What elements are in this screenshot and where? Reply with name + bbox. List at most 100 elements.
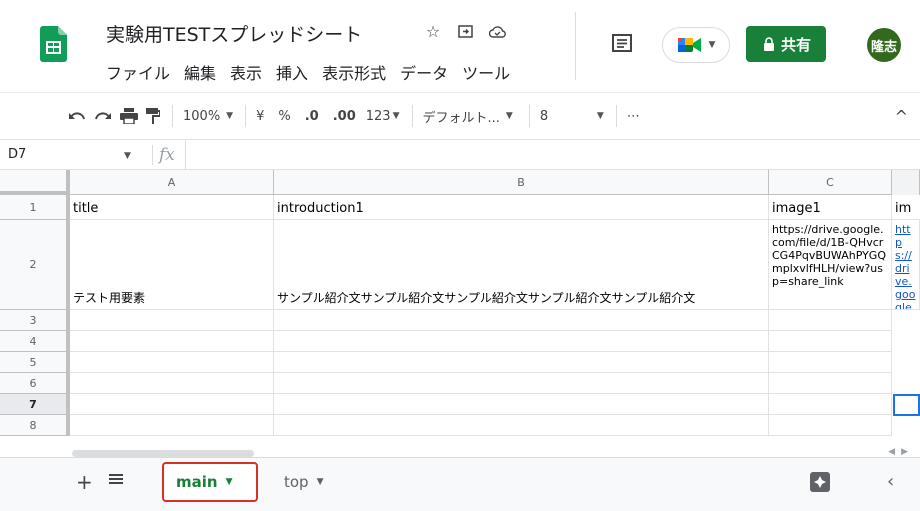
sheet-tab-main[interactable]: main ▼	[162, 462, 258, 502]
spreadsheet-grid: A B C 1 2 3 4 5 6 7 8 title introduction…	[0, 170, 920, 457]
row-header[interactable]: 6	[0, 373, 70, 394]
undo-icon	[69, 112, 85, 120]
cell-b7[interactable]	[274, 394, 769, 415]
cell-a2[interactable]: テスト用要素	[70, 220, 274, 310]
cell-a1[interactable]: title	[70, 195, 274, 220]
cell-d1[interactable]: im	[892, 195, 920, 220]
comment-history-icon[interactable]	[610, 33, 634, 55]
row-header[interactable]: 7	[0, 394, 70, 415]
row-header[interactable]: 5	[0, 352, 70, 373]
lock-icon	[763, 37, 774, 51]
star-icon[interactable]: ☆	[424, 22, 442, 41]
chevron-up-icon[interactable]: ^	[895, 107, 908, 126]
undo-button[interactable]	[68, 102, 86, 130]
all-sheets-icon[interactable]	[108, 472, 124, 488]
explore-icon[interactable]	[810, 472, 830, 492]
more-tools-button[interactable]: ⋯	[627, 102, 640, 130]
cell-a4[interactable]	[70, 331, 274, 352]
menu-insert[interactable]: 挿入	[276, 60, 308, 84]
formula-input[interactable]	[184, 139, 920, 170]
row-header[interactable]: 3	[0, 310, 70, 331]
scroll-arrows-icon[interactable]: ◀▶	[888, 447, 914, 457]
cell-c7[interactable]	[769, 394, 892, 415]
document-title[interactable]: 実験用TESTスプレッドシート	[106, 20, 362, 47]
column-header-c[interactable]: C	[769, 170, 892, 195]
paint-format-button[interactable]	[146, 102, 160, 130]
cell-a6[interactable]	[70, 373, 274, 394]
add-sheet-icon[interactable]: +	[76, 470, 93, 494]
sheet-tab-label: top	[284, 473, 309, 491]
menu-tools[interactable]: ツール	[462, 60, 510, 84]
row-header[interactable]: 4	[0, 331, 70, 352]
percent-format-button[interactable]: %	[278, 102, 290, 130]
more-formats-label: 123	[365, 108, 391, 124]
menu-edit[interactable]: 編集	[184, 60, 216, 84]
more-formats-select[interactable]: 123 ▼	[366, 102, 400, 130]
menu-data[interactable]: データ	[400, 60, 448, 84]
cell-c2[interactable]: https://drive.google.com/file/d/1B-QHvcr…	[769, 220, 892, 310]
cell-b4[interactable]	[274, 331, 769, 352]
sheet-tab-top[interactable]: top ▼	[272, 462, 336, 502]
menu-bar: ファイル 編集 表示 挿入 表示形式 データ ツール	[106, 60, 510, 84]
cell-c4[interactable]	[769, 331, 892, 352]
cell-c1[interactable]: image1	[769, 195, 892, 220]
print-button[interactable]	[120, 102, 138, 130]
increase-decimal-button[interactable]: .00	[333, 102, 356, 130]
column-header-a[interactable]: A	[70, 170, 274, 195]
avatar[interactable]: 隆志	[867, 28, 901, 62]
share-label: 共有	[780, 35, 811, 54]
cell-b5[interactable]	[274, 352, 769, 373]
select-all-corner[interactable]	[0, 170, 70, 195]
sheet-tab-label: main	[176, 473, 218, 491]
decrease-decimal-button[interactable]: .0	[305, 102, 319, 130]
name-box[interactable]: D7 ▼	[0, 140, 140, 170]
font-select[interactable]: デフォルト... ▼	[423, 102, 513, 130]
chevron-left-icon[interactable]: ‹	[887, 471, 894, 492]
spreadsheet-app: 実験用TESTスプレッドシート ☆ ファイル 編集 表示 挿入 表示形式 データ…	[0, 0, 920, 511]
horizontal-scrollbar[interactable]: ◀▶	[70, 447, 920, 457]
redo-button[interactable]	[94, 102, 112, 130]
cloud-status-icon[interactable]	[488, 22, 506, 40]
sheet-tabs-bar: + main ▼ top ▼ ‹	[0, 457, 920, 511]
cell-b2[interactable]: サンプル紹介文サンプル紹介文サンプル紹介文サンプル紹介文サンプル紹介文	[274, 220, 769, 310]
currency-format-button[interactable]: ¥	[256, 102, 264, 130]
cell-b1[interactable]: introduction1	[274, 195, 769, 220]
row-header[interactable]: 2	[0, 220, 70, 310]
paint-format-icon	[146, 108, 160, 124]
cell-a3[interactable]	[70, 310, 274, 331]
menu-file[interactable]: ファイル	[106, 60, 170, 84]
cell-b3[interactable]	[274, 310, 769, 331]
meet-button[interactable]: ▼	[662, 27, 730, 63]
cell-d2[interactable]: https://drive.google.com/file/d/1gORIMvi…	[892, 220, 920, 310]
cell-c8[interactable]	[769, 415, 892, 436]
zoom-select[interactable]: 100% ▼	[183, 102, 233, 130]
move-to-folder-icon[interactable]	[456, 22, 474, 40]
cell-c3[interactable]	[769, 310, 892, 331]
column-headers: A B C	[0, 170, 920, 195]
share-button[interactable]: 共有	[746, 26, 826, 62]
menu-format[interactable]: 表示形式	[322, 60, 386, 84]
sheets-logo-icon[interactable]	[40, 26, 67, 62]
chevron-down-icon: ▼	[124, 150, 131, 161]
cell-a5[interactable]	[70, 352, 274, 373]
redo-icon	[95, 112, 111, 120]
font-size-select[interactable]: 8 ▼	[540, 102, 604, 130]
scrollbar-thumb[interactable]	[72, 450, 254, 457]
cell-b6[interactable]	[274, 373, 769, 394]
decrease-decimal-label: .0	[304, 108, 319, 124]
header-divider	[575, 12, 576, 80]
formula-bar: D7 ▼ fx	[0, 139, 920, 170]
row-header[interactable]: 8	[0, 415, 70, 436]
cell-a7[interactable]	[70, 394, 274, 415]
cell-d7-selected[interactable]	[893, 394, 920, 416]
cell-c6[interactable]	[769, 373, 892, 394]
cell-a8[interactable]	[70, 415, 274, 436]
column-header-d[interactable]	[892, 170, 920, 195]
title-actions: ☆	[424, 22, 506, 41]
cell-c5[interactable]	[769, 352, 892, 373]
column-header-b[interactable]: B	[274, 170, 769, 195]
cell-b8[interactable]	[274, 415, 769, 436]
font-value: デフォルト...	[422, 110, 500, 126]
menu-view[interactable]: 表示	[230, 60, 262, 84]
row-header[interactable]: 1	[0, 195, 70, 220]
